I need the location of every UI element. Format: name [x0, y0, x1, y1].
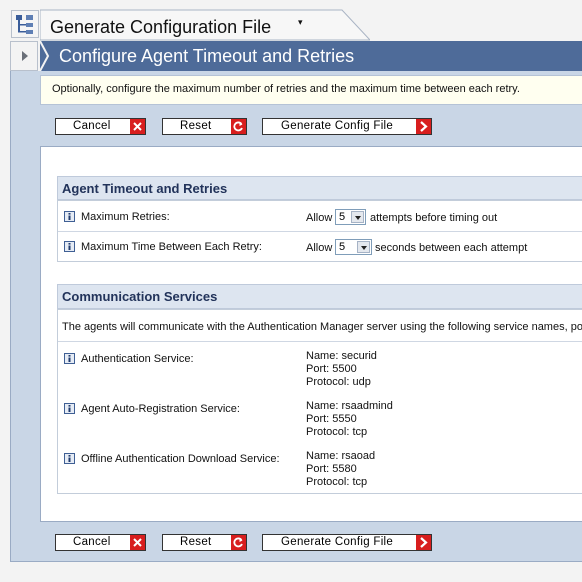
- chevron-down-icon: [357, 241, 370, 253]
- service-name: Name: securid: [306, 350, 377, 362]
- cancel-label: Cancel: [73, 120, 111, 132]
- max-retries-label: Maximum Retries:: [81, 211, 170, 223]
- max-time-prefix: Allow: [306, 242, 333, 254]
- timeout-section-title: Agent Timeout and Retries: [62, 181, 228, 196]
- service-protocol: Protocol: tcp: [306, 426, 368, 438]
- service-label: Agent Auto-Registration Service:: [81, 403, 240, 415]
- reset-label: Reset: [180, 120, 212, 132]
- service-protocol: Protocol: tcp: [306, 476, 368, 488]
- max-retries-suffix: attempts before timing out: [370, 212, 498, 224]
- arrow-right-icon: [416, 535, 431, 550]
- service-label: Offline Authentication Download Service:: [81, 453, 280, 465]
- service-port: Port: 5580: [306, 463, 357, 475]
- info-icon[interactable]: [64, 241, 75, 252]
- info-icon[interactable]: [64, 353, 75, 364]
- info-icon[interactable]: [64, 403, 75, 414]
- max-retries-prefix: Allow: [306, 212, 333, 224]
- expand-arrow-icon[interactable]: [10, 41, 38, 71]
- max-retries-value: 5: [339, 211, 346, 223]
- max-time-suffix: seconds between each attempt: [375, 242, 528, 254]
- cancel-button-top[interactable]: Cancel: [55, 118, 146, 135]
- hierarchy-icon[interactable]: [11, 10, 39, 38]
- title-dropdown-icon[interactable]: ▾: [298, 17, 303, 28]
- info-icon[interactable]: [64, 211, 75, 222]
- description-text: Optionally, configure the maximum number…: [52, 83, 520, 95]
- max-time-label: Maximum Time Between Each Retry:: [81, 241, 262, 253]
- generate-label: Generate Config File: [281, 120, 394, 132]
- cancel-button-bottom[interactable]: Cancel: [55, 534, 146, 551]
- service-port: Port: 5500: [306, 363, 357, 375]
- chevron-down-icon: [351, 211, 364, 223]
- comm-section-title: Communication Services: [62, 289, 218, 304]
- generate-config-button-top[interactable]: Generate Config File: [262, 118, 432, 135]
- reset-button-bottom[interactable]: Reset: [162, 534, 247, 551]
- arrow-right-icon: [416, 119, 431, 134]
- row-divider: [58, 231, 582, 232]
- reset-icon: [231, 535, 246, 550]
- max-time-value: 5: [339, 241, 346, 253]
- service-protocol: Protocol: udp: [306, 376, 371, 388]
- reset-icon: [231, 119, 246, 134]
- generate-config-button-bottom[interactable]: Generate Config File: [262, 534, 432, 551]
- max-time-select[interactable]: 5: [335, 239, 372, 255]
- reset-label: Reset: [180, 536, 212, 548]
- page-title: Configure Agent Timeout and Retries: [59, 46, 355, 66]
- service-name: Name: rsaoad: [306, 450, 376, 462]
- cancel-label: Cancel: [73, 536, 111, 548]
- service-port: Port: 5550: [306, 413, 357, 425]
- close-icon: [130, 119, 145, 134]
- reset-button-top[interactable]: Reset: [162, 118, 247, 135]
- header-chevron-icon: [40, 41, 50, 71]
- comm-intro-text: The agents will communicate with the Aut…: [62, 321, 582, 333]
- info-icon[interactable]: [64, 453, 75, 464]
- max-retries-select[interactable]: 5: [335, 209, 366, 225]
- service-name: Name: rsaadmind: [306, 400, 393, 412]
- generate-label: Generate Config File: [281, 536, 394, 548]
- row-divider: [58, 341, 582, 342]
- close-icon: [130, 535, 145, 550]
- window-title: Generate Configuration File: [50, 17, 272, 37]
- service-label: Authentication Service:: [81, 353, 194, 365]
